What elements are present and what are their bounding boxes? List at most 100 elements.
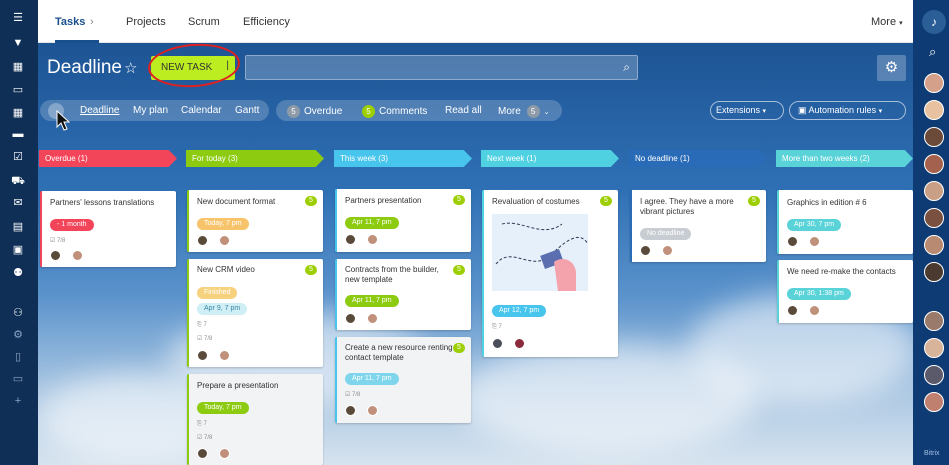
task-image[interactable]	[492, 214, 588, 291]
avatar[interactable]	[809, 236, 820, 247]
star-icon[interactable]: ☆	[124, 59, 137, 77]
task-members	[345, 313, 379, 325]
avatar[interactable]	[924, 127, 944, 147]
task-title: Prepare a presentation	[197, 381, 279, 390]
avatar[interactable]	[787, 305, 798, 316]
overdue-filter[interactable]: 5 Overdue	[287, 105, 342, 118]
avatar[interactable]	[924, 338, 944, 358]
mail-icon[interactable]: ✉	[11, 197, 25, 209]
avatar[interactable]	[640, 245, 651, 256]
task-card[interactable]: New document format 5 Today, 7 pm	[187, 190, 323, 252]
avatar[interactable]	[345, 234, 356, 245]
avatar[interactable]	[662, 245, 673, 256]
page-title: Deadline	[47, 57, 122, 78]
read-all-link[interactable]: Read all	[445, 105, 482, 116]
column-overdue[interactable]: Overdue (1)	[39, 150, 177, 167]
chat-icon[interactable]: ▤	[11, 221, 25, 233]
tab-more[interactable]: More ▾	[871, 16, 903, 28]
avatar[interactable]	[514, 338, 525, 349]
bell-icon[interactable]: ♪	[922, 10, 946, 34]
tab-efficiency[interactable]: Efficiency	[243, 16, 290, 28]
more-count: 5	[526, 105, 540, 118]
plus-icon[interactable]: +	[11, 395, 25, 407]
window-icon[interactable]: ▭	[11, 84, 25, 96]
avatar[interactable]	[924, 235, 944, 255]
search-icon[interactable]: ⌕	[623, 60, 630, 75]
tab-tasks[interactable]: Tasks	[55, 16, 85, 28]
tab-scrum[interactable]: Scrum	[188, 16, 220, 28]
deadline-tag: Today, 7 pm	[197, 402, 249, 414]
task-card[interactable]: I agree. They have a more vibrant pictur…	[630, 190, 766, 262]
settings-button[interactable]: ⚙	[877, 55, 906, 81]
grid-icon[interactable]: ▦	[11, 61, 25, 73]
extensions-label: Extensions ▾	[716, 105, 766, 115]
avatar[interactable]	[50, 250, 61, 261]
column-next-week[interactable]: Next week (1)	[481, 150, 619, 167]
avatar[interactable]	[197, 448, 208, 459]
checklist-value: 7/8	[352, 392, 361, 398]
task-card[interactable]: We need re-make the contacts Apr 30, 1:3…	[777, 260, 913, 323]
attachment-value: 7	[203, 421, 207, 427]
task-card[interactable]: Partners' lessons translations - 1 month…	[40, 191, 176, 267]
avatar[interactable]	[367, 313, 378, 324]
avatar[interactable]	[924, 181, 944, 201]
people-icon[interactable]: ⚉	[11, 267, 25, 279]
task-card[interactable]: Partners presentation 5 Apr 11, 7 pm	[335, 189, 471, 252]
avatar[interactable]	[219, 350, 230, 361]
avatar[interactable]	[924, 154, 944, 174]
avatar[interactable]	[924, 208, 944, 228]
search-input[interactable]: ⌕	[245, 55, 638, 80]
view-calendar[interactable]: Calendar	[181, 105, 222, 116]
avatar[interactable]	[219, 448, 230, 459]
column-for-today[interactable]: For today (3)	[186, 150, 324, 167]
view-my-plan[interactable]: My plan	[133, 105, 168, 116]
avatar[interactable]	[924, 311, 944, 331]
phone-icon[interactable]: ▯	[11, 351, 25, 363]
avatar[interactable]	[219, 235, 230, 246]
more-filter-label: More	[498, 106, 521, 117]
monitor-icon[interactable]: ▭	[11, 373, 25, 385]
task-card[interactable]: Revaluation of costumes 5 Apr 12, 7 pm ⎘…	[482, 190, 618, 357]
avatar[interactable]	[197, 235, 208, 246]
avatar[interactable]	[367, 405, 378, 416]
avatar[interactable]	[924, 392, 944, 412]
task-card[interactable]: New CRM video 5 Finished Apr 9, 7 pm ⎘ 7…	[187, 259, 323, 367]
sitemap-icon[interactable]: ⚇	[11, 307, 25, 319]
task-card[interactable]: Prepare a presentation Today, 7 pm ⎘ 7 ☑…	[187, 374, 323, 465]
column-no-deadline[interactable]: No deadline (1)	[629, 150, 767, 167]
task-members	[345, 405, 379, 417]
column-more-than-two-weeks[interactable]: More than two weeks (2)	[776, 150, 913, 167]
avatar[interactable]	[809, 305, 820, 316]
tab-projects[interactable]: Projects	[126, 16, 166, 28]
more-filter[interactable]: More 5 ⌄	[498, 105, 549, 118]
menu-icon[interactable]: ☰	[11, 12, 25, 24]
calendar-grid-icon[interactable]: ▦	[11, 107, 25, 119]
search-icon[interactable]: ⌕	[929, 44, 936, 60]
attachment-value: 7	[203, 322, 207, 328]
avatar[interactable]	[924, 73, 944, 93]
task-card[interactable]: Graphics in edition # 6 Apr 30, 7 pm	[777, 190, 913, 254]
avatar[interactable]	[787, 236, 798, 247]
checkbox-icon[interactable]: ☑	[11, 151, 25, 163]
cart-icon[interactable]: ⛟	[11, 175, 25, 187]
avatar[interactable]	[367, 234, 378, 245]
task-card[interactable]: Create a new resource renting contact te…	[335, 337, 471, 423]
comment-badge: 5	[453, 265, 465, 275]
calendar-icon[interactable]: ▣	[11, 244, 25, 256]
filter-icon[interactable]: ▼	[11, 37, 25, 49]
view-deadline[interactable]: Deadline	[80, 105, 119, 116]
comments-filter[interactable]: 5 Comments	[362, 105, 427, 118]
avatar[interactable]	[345, 405, 356, 416]
view-gantt[interactable]: Gantt	[235, 105, 259, 116]
avatar[interactable]	[924, 262, 944, 282]
drive-icon[interactable]: ▬	[11, 128, 25, 140]
avatar[interactable]	[197, 350, 208, 361]
column-this-week[interactable]: This week (3)	[334, 150, 472, 167]
gear-icon[interactable]: ⚙	[11, 329, 25, 341]
avatar[interactable]	[924, 365, 944, 385]
avatar[interactable]	[72, 250, 83, 261]
avatar[interactable]	[492, 338, 503, 349]
task-card[interactable]: Contracts from the builder, new template…	[335, 259, 471, 330]
avatar[interactable]	[924, 100, 944, 120]
avatar[interactable]	[345, 313, 356, 324]
